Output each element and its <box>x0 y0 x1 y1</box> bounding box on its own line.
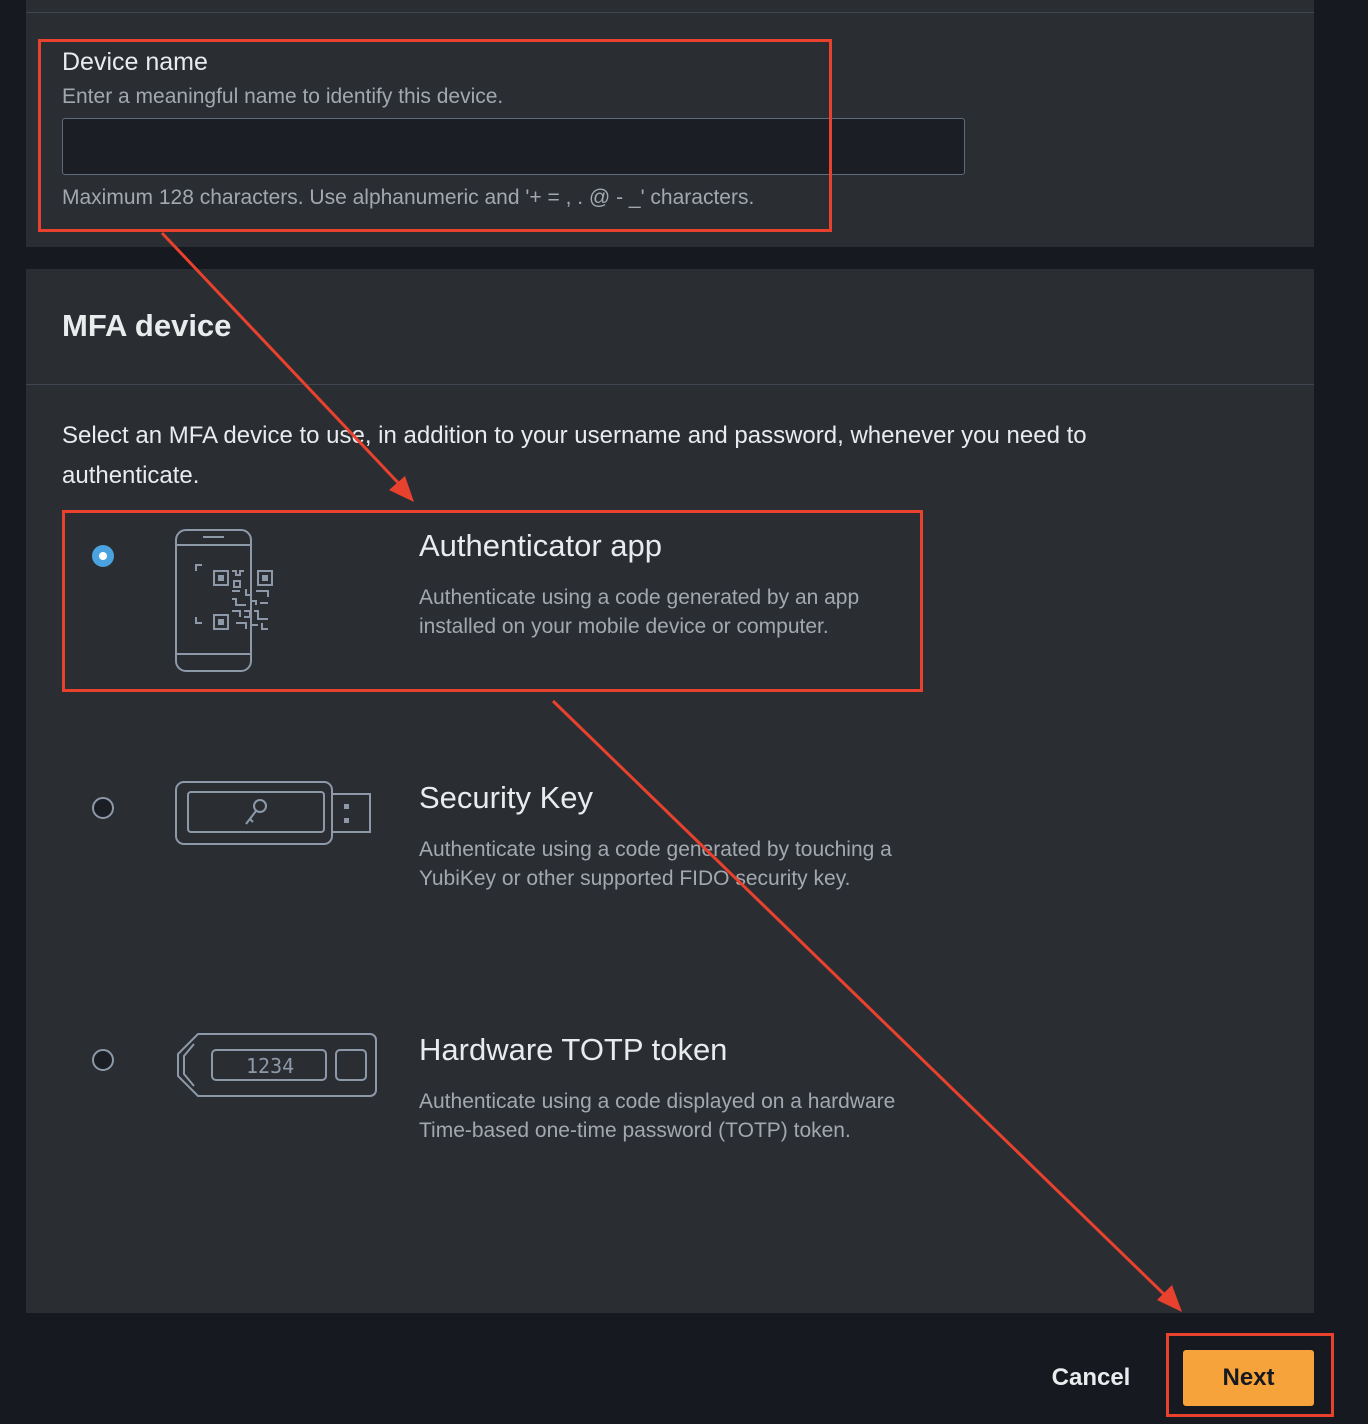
cancel-button[interactable]: Cancel <box>1036 1354 1146 1402</box>
radio-security-key[interactable] <box>92 797 114 819</box>
mfa-device-description: Select an MFA device to use, in addition… <box>62 422 1087 489</box>
totp-token-icon: 1234 <box>177 1033 377 1097</box>
radio-hardware-totp-token[interactable] <box>92 1049 114 1071</box>
top-panel-edge <box>26 0 1314 12</box>
mfa-device-title: MFA device <box>62 308 232 343</box>
radio-authenticator-app[interactable] <box>92 545 114 567</box>
option-desc-hardware-totp-token: Authenticate using a code displayed on a… <box>419 1090 896 1142</box>
option-title-authenticator-app: Authenticator app <box>419 528 663 563</box>
option-desc-security-key: Authenticate using a code generated by t… <box>419 838 892 890</box>
device-name-input[interactable] <box>62 118 965 175</box>
option-title-hardware-totp-token: Hardware TOTP token <box>419 1032 728 1067</box>
device-name-constraint: Maximum 128 characters. Use alphanumeric… <box>62 186 755 209</box>
device-name-label: Device name <box>62 48 208 76</box>
device-name-description: Enter a meaningful name to identify this… <box>62 85 504 108</box>
phone-qr-icon <box>175 529 273 672</box>
next-button[interactable]: Next <box>1183 1350 1314 1406</box>
option-desc-authenticator-app: Authenticate using a code generated by a… <box>419 586 860 638</box>
usb-security-key-icon <box>175 781 371 845</box>
token-display-text: 1234 <box>246 1054 294 1078</box>
option-title-security-key: Security Key <box>419 780 594 815</box>
